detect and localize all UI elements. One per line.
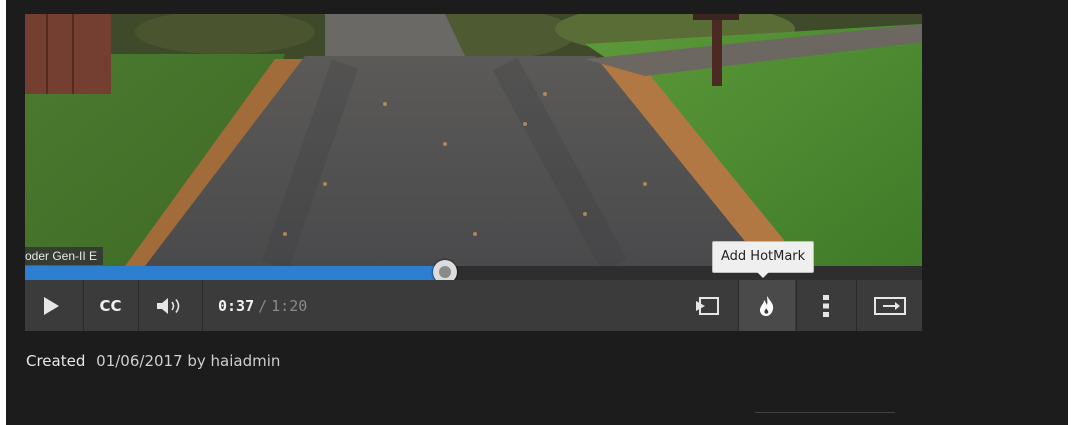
play-button[interactable]	[25, 280, 77, 331]
time-display: 0:37 / 1:20	[218, 280, 307, 331]
play-icon	[44, 296, 59, 315]
created-value: 01/06/2017 by haiadmin	[96, 352, 281, 370]
progress-fill	[25, 266, 445, 280]
cc-icon: CC	[99, 296, 122, 315]
add-hotmark-button[interactable]	[739, 280, 795, 331]
hotmark-flame-icon	[760, 295, 774, 316]
cast-icon	[696, 296, 719, 315]
duration-time: 1:20	[271, 296, 308, 315]
created-info: Created 01/06/2017 by haiadmin	[26, 352, 280, 370]
subtitle-overlay: oder Gen-II E	[25, 247, 104, 265]
more-vertical-icon	[823, 294, 829, 317]
video-scene-road	[25, 14, 922, 266]
cast-button[interactable]	[681, 280, 733, 331]
top-caption-strip	[6, 0, 1068, 14]
fullscreen-exit-icon	[873, 296, 906, 315]
control-bar: CC 0:37 / 1:20	[25, 280, 922, 331]
video-frame[interactable]: oder Gen-II E	[25, 14, 922, 266]
fullscreen-toggle-button[interactable]	[857, 280, 922, 331]
more-options-button[interactable]	[797, 280, 855, 331]
cc-button[interactable]: CC	[84, 280, 137, 331]
volume-icon	[156, 297, 179, 314]
volume-button[interactable]	[139, 280, 202, 331]
divider	[202, 280, 203, 331]
video-player[interactable]: oder Gen-II E CC 0:37 / 1:20	[25, 14, 922, 331]
hotmark-tooltip: Add HotMark	[712, 241, 815, 278]
time-separator: /	[258, 296, 268, 315]
divider-line	[755, 412, 895, 413]
current-time: 0:37	[218, 296, 255, 315]
created-label: Created	[26, 352, 86, 370]
